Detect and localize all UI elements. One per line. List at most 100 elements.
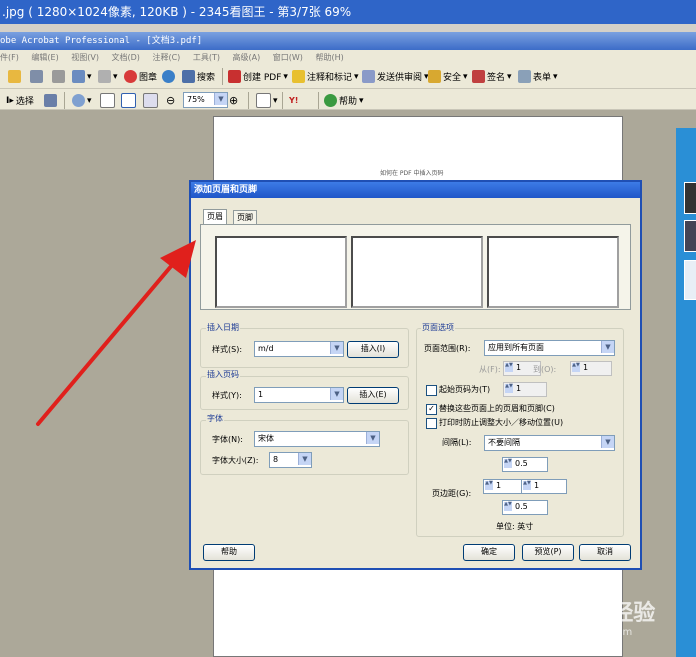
margin-right-spinner[interactable]: ▲▼ 1 (521, 479, 567, 494)
zoom-tool-button[interactable]: ▾ (72, 92, 92, 109)
help-dialog-button-label: 帮助 (221, 547, 237, 556)
save-button[interactable] (30, 68, 43, 85)
security-button[interactable]: 安全 ▾ (428, 68, 468, 85)
chevron-down-icon: ▾ (354, 71, 359, 82)
replace-headers-checkbox[interactable]: ✓ (426, 404, 437, 415)
security-label: 安全 (443, 73, 462, 83)
thumbnail-image[interactable] (684, 182, 696, 214)
view-toolbar: I▸ 选择 ▾ ⊖ 75% ▼ ⊕ ▾ Y! 帮助 ▾ (0, 89, 696, 110)
font-select[interactable]: 宋体 ▼ (254, 431, 380, 447)
left-header-box[interactable] (215, 236, 347, 308)
zoom-in-button[interactable]: ⊕ (229, 92, 238, 109)
toolbar-separator (248, 92, 249, 109)
insert-date-button[interactable]: 插入(I) (347, 341, 399, 358)
chevron-down-icon: ▼ (298, 453, 311, 465)
sign-label: 签名 (487, 73, 506, 83)
chevron-down-icon: ▾ (87, 95, 92, 106)
page-range-label: 页面范围(R): (424, 344, 471, 353)
rotate-button[interactable]: ▾ (256, 92, 278, 109)
insert-page-number-button[interactable]: 插入(E) (347, 387, 399, 404)
margin-bottom-spinner[interactable]: ▲▼ 0.5 (502, 500, 548, 515)
forms-button[interactable]: 表单 ▾ (518, 68, 558, 85)
open-button[interactable] (8, 68, 21, 85)
tab-header-label: 页眉 (207, 212, 223, 221)
chevron-down-icon: ▼ (330, 388, 343, 400)
menu-document[interactable]: 文档(D) (112, 50, 140, 65)
search-button[interactable]: 搜索 (182, 68, 215, 85)
tab-footer[interactable]: 页脚 (233, 210, 257, 225)
zoom-select[interactable]: 75% ▼ (183, 92, 228, 108)
snapshot-button[interactable] (44, 92, 57, 109)
chevron-down-icon: ▾ (87, 71, 92, 82)
fit-width-button[interactable] (143, 92, 158, 109)
menu-view[interactable]: 视图(V) (71, 50, 99, 65)
comment-markup-button[interactable]: 注释和标记 ▾ (292, 68, 359, 85)
spin-arrows-icon: ▲▼ (523, 481, 531, 490)
page-options-group-label: 页面选项 (421, 322, 455, 333)
insert-page-number-button-label: 插入(E) (359, 390, 387, 399)
chevron-down-icon: ▾ (113, 71, 118, 82)
font-label: 字体(N): (212, 435, 243, 444)
chevron-down-icon: ▾ (283, 71, 288, 82)
gap-value: 不要间隔 (488, 438, 520, 447)
viewer-divider (0, 24, 696, 32)
help-dialog-button[interactable]: 帮助 (203, 544, 255, 561)
start-page-value: 1 (516, 384, 522, 393)
preview-button[interactable]: 预览(P) (522, 544, 574, 561)
organizer-button[interactable]: ▾ (72, 68, 92, 85)
menu-edit[interactable]: 编辑(E) (31, 50, 58, 65)
globe-button[interactable] (162, 68, 175, 85)
start-page-label: 起始页码为(T) (439, 385, 491, 394)
cancel-button[interactable]: 取消 (579, 544, 631, 561)
menu-advanced[interactable]: 高级(A) (233, 50, 261, 65)
thumbnail-image[interactable] (684, 220, 696, 252)
zoom-value: 75% (187, 95, 205, 104)
center-header-box[interactable] (351, 236, 483, 308)
help-button[interactable]: 帮助 ▾ (324, 92, 364, 109)
create-pdf-icon (228, 70, 241, 83)
toolbar-separator (318, 92, 319, 109)
actual-size-button[interactable] (100, 92, 115, 109)
toolbar-separator (222, 68, 223, 85)
margin-top-value: 0.5 (515, 459, 528, 468)
font-size-select[interactable]: 8 ▼ (269, 452, 312, 468)
lock-icon (428, 70, 441, 83)
start-page-checkbox[interactable] (426, 385, 437, 396)
select-tool-button[interactable]: I▸ 选择 (6, 92, 34, 109)
chevron-down-icon: ▼ (601, 436, 614, 448)
zoom-out-button[interactable]: ⊖ (166, 92, 175, 109)
date-style-select[interactable]: m/d ▼ (254, 341, 344, 357)
shrink-prevent-checkbox[interactable] (426, 418, 437, 429)
rotate-page-icon (256, 93, 271, 108)
fit-page-button[interactable] (121, 92, 136, 109)
stamp-label: 图章 (139, 73, 158, 83)
sign-button[interactable]: 签名 ▾ (472, 68, 512, 85)
attach-button[interactable]: ▾ (98, 68, 118, 85)
actual-size-icon (100, 93, 115, 108)
send-review-label: 发送供审阅 (377, 73, 423, 83)
gap-select[interactable]: 不要间隔 ▼ (484, 435, 615, 451)
spin-arrows-icon: ▲▼ (572, 363, 580, 372)
page-number-style-select[interactable]: 1 ▼ (254, 387, 344, 403)
tab-header[interactable]: 页眉 (203, 209, 227, 225)
create-pdf-button[interactable]: 创建 PDF ▾ (228, 68, 288, 85)
thumbnail-image[interactable] (684, 260, 696, 300)
menu-help[interactable]: 帮助(H) (315, 50, 343, 65)
menu-comments[interactable]: 注释(C) (152, 50, 180, 65)
right-header-box[interactable] (487, 236, 619, 308)
stamp-icon (124, 70, 137, 83)
stamp-button[interactable]: 图章 (124, 68, 157, 85)
page-range-select[interactable]: 应用到所有页面 ▼ (484, 340, 615, 356)
menu-file[interactable]: 件(F) (0, 50, 19, 65)
shrink-prevent-label: 打印时防止调整大小／移动位置(U) (439, 418, 564, 427)
menu-tools[interactable]: 工具(T) (193, 50, 220, 65)
send-review-button[interactable]: 发送供审阅 ▾ (362, 68, 429, 85)
menu-window[interactable]: 窗口(W) (273, 50, 303, 65)
text-cursor-icon: I▸ (6, 95, 14, 106)
ok-button[interactable]: 确定 (463, 544, 515, 561)
print-button[interactable] (52, 68, 65, 85)
margin-top-spinner[interactable]: ▲▼ 0.5 (502, 457, 548, 472)
spin-arrows-icon: ▲▼ (485, 481, 493, 490)
globe-icon (162, 70, 175, 83)
yahoo-button[interactable]: Y! (289, 92, 298, 109)
